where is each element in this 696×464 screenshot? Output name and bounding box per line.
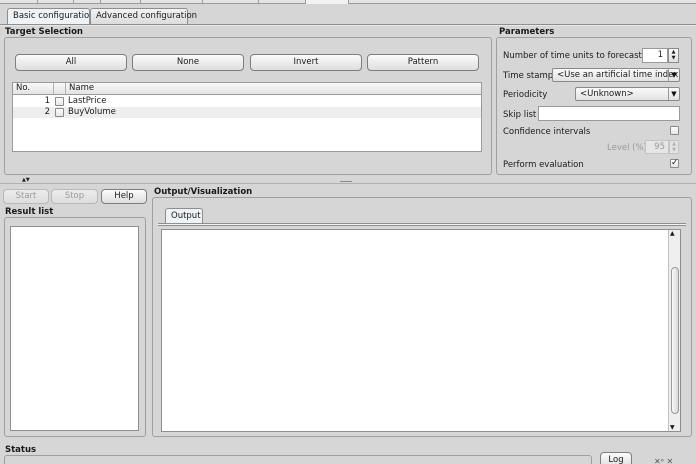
drag-handle-icon[interactable] xyxy=(340,181,352,182)
scroll-up-icon[interactable]: ▲ xyxy=(670,230,675,237)
chevron-down-icon[interactable]: ▼ xyxy=(668,69,679,81)
timestamp-value: <Use an artificial time index> xyxy=(557,70,680,80)
level-label: Level (%) xyxy=(607,143,647,153)
periodicity-label: Periodicity xyxy=(503,90,548,100)
tab-divider xyxy=(0,24,696,26)
output-scrollbar[interactable]: ▲ ▼ xyxy=(668,230,680,431)
periodicity-value: <Unknown> xyxy=(580,89,634,99)
table-row[interactable]: 1 LastPrice xyxy=(13,96,481,107)
collapse-arrows-icon[interactable]: ▲▼ xyxy=(22,178,30,183)
split-divider[interactable]: ▲▼ xyxy=(0,178,696,184)
output-tab-divider xyxy=(158,223,686,226)
invert-selection-button[interactable]: Invert xyxy=(250,54,362,71)
timestamp-label: Time stamp xyxy=(503,71,554,81)
column-header-name[interactable]: Name xyxy=(66,83,481,95)
output-text-area[interactable] xyxy=(161,229,681,432)
start-button[interactable]: Start xyxy=(3,189,49,204)
row-checkbox[interactable] xyxy=(55,97,64,106)
spinner-down-icon[interactable]: ▼ xyxy=(670,147,678,153)
perform-evaluation-label: Perform evaluation xyxy=(503,160,584,170)
outer-tab[interactable] xyxy=(203,0,259,4)
spinner-down-icon[interactable]: ▼ xyxy=(669,55,678,61)
parameters-title: Parameters xyxy=(499,27,555,37)
log-button[interactable]: Log xyxy=(600,452,632,464)
skip-list-label: Skip list xyxy=(503,110,537,120)
tab-output[interactable]: Output xyxy=(165,208,203,224)
forecast-units-label: Number of time units to forecast xyxy=(503,51,642,61)
output-visualization-title: Output/Visualization xyxy=(154,187,253,197)
select-none-button[interactable]: None xyxy=(132,54,244,71)
target-table: No. Name 1 LastPrice 2 BuyVolume xyxy=(12,82,482,152)
result-list[interactable] xyxy=(10,226,139,431)
outer-tab[interactable] xyxy=(38,0,74,4)
outer-tab[interactable] xyxy=(74,0,101,4)
result-list-title: Result list xyxy=(5,207,54,217)
stop-button[interactable]: Stop xyxy=(51,189,98,204)
row-number: 2 xyxy=(44,107,50,117)
tab-advanced-configuration[interactable]: Advanced configuration xyxy=(90,8,197,24)
row-name: LastPrice xyxy=(68,96,107,106)
table-row[interactable]: 2 BuyVolume xyxy=(13,107,481,118)
status-activity-icon: ✕ᵒ ✕ xyxy=(654,457,674,464)
confidence-intervals-checkbox[interactable] xyxy=(670,126,679,135)
row-number: 1 xyxy=(44,96,50,106)
timestamp-select[interactable]: <Use an artificial time index> ▼ xyxy=(552,68,680,82)
status-title: Status xyxy=(5,445,37,455)
level-spinner[interactable]: ▲ ▼ xyxy=(669,140,679,154)
level-input[interactable]: 95 xyxy=(645,140,669,154)
target-selection-title: Target Selection xyxy=(5,27,83,37)
column-header-select[interactable] xyxy=(54,83,66,95)
chevron-down-icon[interactable]: ▼ xyxy=(668,88,679,100)
perform-evaluation-checkbox[interactable]: ✓ xyxy=(670,159,679,168)
scroll-thumb[interactable] xyxy=(671,267,679,414)
outer-tab-active[interactable] xyxy=(306,0,349,4)
help-button[interactable]: Help xyxy=(101,189,147,204)
pattern-button[interactable]: Pattern xyxy=(367,54,479,71)
forecast-units-spinner[interactable]: ▲ ▼ xyxy=(668,48,679,63)
confidence-intervals-label: Confidence intervals xyxy=(503,127,591,137)
outer-tab-strip xyxy=(0,0,696,4)
outer-tab[interactable] xyxy=(0,0,38,4)
periodicity-select[interactable]: <Unknown> ▼ xyxy=(575,87,680,101)
outer-tab[interactable] xyxy=(259,0,306,4)
outer-tab[interactable] xyxy=(141,0,203,4)
tab-basic-configuration[interactable]: Basic configuration xyxy=(7,8,95,24)
row-checkbox[interactable] xyxy=(55,108,64,117)
skip-list-input[interactable] xyxy=(538,106,680,121)
outer-tab[interactable] xyxy=(101,0,141,4)
column-header-no[interactable]: No. xyxy=(13,83,54,95)
select-all-button[interactable]: All xyxy=(15,54,127,71)
scroll-down-icon[interactable]: ▼ xyxy=(670,424,675,431)
forecast-units-input[interactable]: 1 xyxy=(642,48,668,63)
row-name: BuyVolume xyxy=(68,107,116,117)
status-panel xyxy=(4,455,592,464)
